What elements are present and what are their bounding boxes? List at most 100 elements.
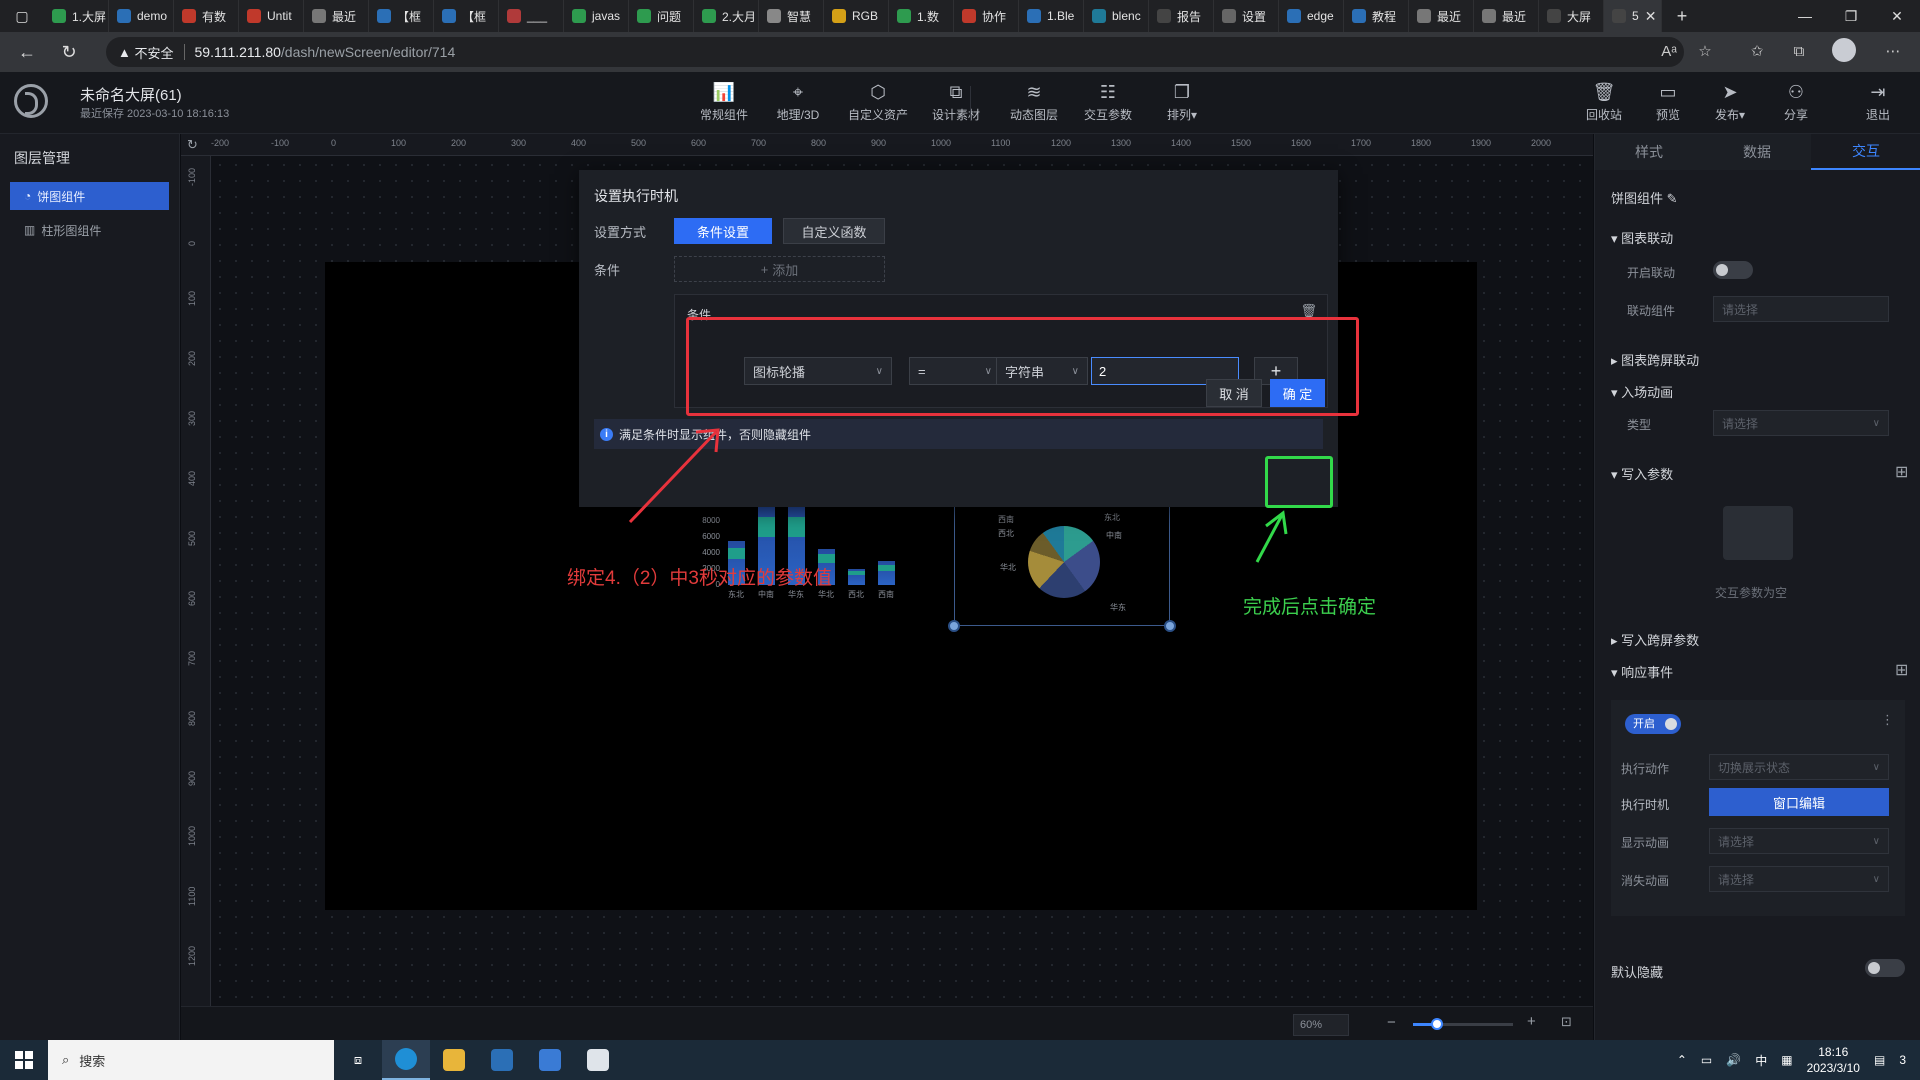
layer-item-bar[interactable]: ▥ 柱形图组件 [10, 216, 169, 244]
reload-icon[interactable]: ↻ [56, 40, 82, 64]
bar-chart-component[interactable]: 1000080006000400020000东北中南华东华北西北西南 [690, 500, 900, 620]
taskbar-search[interactable]: ⌕ 搜索 [48, 1040, 334, 1080]
section-cross-linkage[interactable]: ▸ 图表跨屏联动 [1611, 350, 1699, 369]
task-view-icon[interactable]: ⧈ [334, 1040, 382, 1080]
add-event-icon[interactable]: ⊞ [1895, 660, 1908, 680]
zoom-input[interactable]: 60% [1293, 1014, 1349, 1036]
more-menu-icon[interactable]: ⋯ [1880, 40, 1906, 64]
profile-avatar[interactable] [1832, 38, 1856, 62]
back-icon[interactable]: ← [14, 40, 40, 64]
tab-interaction[interactable]: 交互 [1811, 134, 1920, 170]
network-icon[interactable]: ▭ [1701, 1053, 1712, 1067]
tool-exit[interactable]: ⇥ 退出 [1846, 82, 1910, 126]
tool-send[interactable]: ➤ 发布▾ [1698, 82, 1762, 126]
fit-screen-icon[interactable]: ⊡ [1561, 1014, 1572, 1030]
browser-tab[interactable]: 1.大屏 [44, 0, 109, 32]
tool-trash[interactable]: 🗑 回收站 [1572, 82, 1636, 126]
tool-share[interactable]: ⚇ 分享 [1764, 82, 1828, 126]
browser-tab[interactable]: 最近 [1474, 0, 1539, 32]
zoom-in-icon[interactable]: + [1527, 1013, 1536, 1030]
tab-style[interactable]: 样式 [1595, 134, 1703, 170]
browser-tab[interactable]: 2.大月 [694, 0, 759, 32]
tool-arrange[interactable]: ❐ 排列▾ [1150, 82, 1214, 126]
browser-tab[interactable]: 最近 [1409, 0, 1474, 32]
ime-indicator[interactable]: 中 [1755, 1052, 1767, 1069]
browser-tab[interactable]: 1.Ble [1019, 0, 1084, 32]
event-enable-toggle[interactable]: 开启 [1625, 714, 1681, 734]
browser-tab[interactable]: 最近 [304, 0, 369, 32]
tool-map-pin[interactable]: ⌖ 地理/3D [766, 82, 830, 126]
section-events[interactable]: ▾ 响应事件 [1611, 662, 1673, 681]
edge-app-icon[interactable] [382, 1040, 430, 1080]
add-condition-button[interactable]: + 添加 [674, 256, 885, 282]
browser-tab[interactable]: RGB [824, 0, 889, 32]
add-favorite-icon[interactable]: ☆ [1692, 40, 1718, 64]
browser-tab[interactable]: javas [564, 0, 629, 32]
browser-tab[interactable]: 有数 [174, 0, 239, 32]
browser-tab[interactable]: edge [1279, 0, 1344, 32]
browser-tab[interactable]: 1.数 [889, 0, 954, 32]
volume-icon[interactable]: 🔊 [1726, 1053, 1741, 1067]
browser-tab[interactable]: 报告 [1149, 0, 1214, 32]
tab-actions-icon[interactable]: ▢ [0, 0, 44, 32]
mail-icon[interactable] [526, 1040, 574, 1080]
browser-tab[interactable]: 协作 [954, 0, 1019, 32]
more-icon[interactable]: ⋮ [1881, 712, 1894, 728]
minimize-icon[interactable]: — [1782, 8, 1828, 25]
hide-anim-select[interactable]: 请选择 ∨ [1709, 866, 1889, 892]
tool-bar-chart[interactable]: 📊 常规组件 [692, 82, 756, 126]
tool-asset[interactable]: ⧉ 设计素材 [924, 82, 988, 126]
tool-hexagon[interactable]: ⬡ 自定义资产 [846, 82, 910, 126]
clock[interactable]: 18:16 2023/3/10 [1807, 1044, 1860, 1076]
app-icon[interactable] [574, 1040, 622, 1080]
windows-start-icon[interactable] [0, 1040, 48, 1080]
tab-data[interactable]: 数据 [1703, 134, 1811, 170]
store-icon[interactable] [478, 1040, 526, 1080]
browser-tab[interactable]: demo [109, 0, 174, 32]
favorites-icon[interactable]: ✩ [1744, 40, 1770, 64]
resize-handle[interactable] [1164, 620, 1176, 632]
edit-icon[interactable]: ✎ [1667, 191, 1678, 206]
section-linkage[interactable]: ▾ 图表联动 [1611, 228, 1673, 247]
new-tab-button[interactable]: + [1662, 6, 1702, 27]
zoom-slider-knob[interactable] [1431, 1018, 1443, 1030]
tool-monitor[interactable]: ▭ 预览 [1636, 82, 1700, 126]
browser-tab[interactable]: 【框 [434, 0, 499, 32]
zoom-out-icon[interactable]: − [1387, 1014, 1396, 1031]
read-aloud-icon[interactable]: Aᵃ [1656, 40, 1682, 64]
browser-tab[interactable]: 教程 [1344, 0, 1409, 32]
default-hidden-toggle[interactable] [1865, 959, 1905, 977]
resize-handle[interactable] [948, 620, 960, 632]
custom-function-button[interactable]: 自定义函数 [783, 218, 885, 244]
browser-tab[interactable]: Untit [239, 0, 304, 32]
refresh-icon[interactable]: ↻ [187, 137, 198, 153]
section-write-cross[interactable]: ▸ 写入跨屏参数 [1611, 630, 1699, 649]
tool-layers[interactable]: ≋ 动态图层 [1002, 82, 1066, 126]
restore-icon[interactable]: ❐ [1828, 8, 1874, 25]
close-window-icon[interactable]: ✕ [1874, 8, 1920, 25]
tool-sliders[interactable]: ☷ 交互参数 [1076, 82, 1140, 126]
browser-tab[interactable]: 问题 [629, 0, 694, 32]
browser-tab[interactable]: ___ [499, 0, 564, 32]
add-param-icon[interactable]: ⊞ [1895, 462, 1908, 482]
notification-icon[interactable]: ▤ [1874, 1053, 1885, 1067]
section-entry-animation[interactable]: ▾ 入场动画 [1611, 382, 1673, 401]
close-tab-icon[interactable]: ✕ [1645, 8, 1657, 25]
browser-tab[interactable]: 智慧 [759, 0, 824, 32]
browser-tab[interactable]: 大屏 [1539, 0, 1604, 32]
action-select[interactable]: 切换展示状态 ∨ [1709, 754, 1889, 780]
section-write-params[interactable]: ▾ 写入参数 [1611, 464, 1673, 483]
show-anim-select[interactable]: 请选择 ∨ [1709, 828, 1889, 854]
calendar-grid-icon[interactable]: ▦ [1781, 1053, 1792, 1067]
browser-tab[interactable]: 5 ✕ [1604, 0, 1662, 32]
link-component-select[interactable]: 请选择 [1713, 296, 1889, 322]
url-box[interactable]: ▲ 不安全 59.111.211.80 /dash/newScreen/edit… [106, 37, 1684, 67]
browser-tab[interactable]: blenc [1084, 0, 1149, 32]
tray-arrow-icon[interactable]: ⌃ [1677, 1053, 1687, 1067]
browser-tab[interactable]: 【框 [369, 0, 434, 32]
entry-type-select[interactable]: 请选择 ∨ [1713, 410, 1889, 436]
collections-icon[interactable]: ⧉ [1786, 40, 1812, 64]
layer-item-pie[interactable]: ◔ 饼图组件 [10, 182, 169, 210]
file-explorer-icon[interactable] [430, 1040, 478, 1080]
window-edit-button[interactable]: 窗口编辑 [1709, 788, 1889, 816]
